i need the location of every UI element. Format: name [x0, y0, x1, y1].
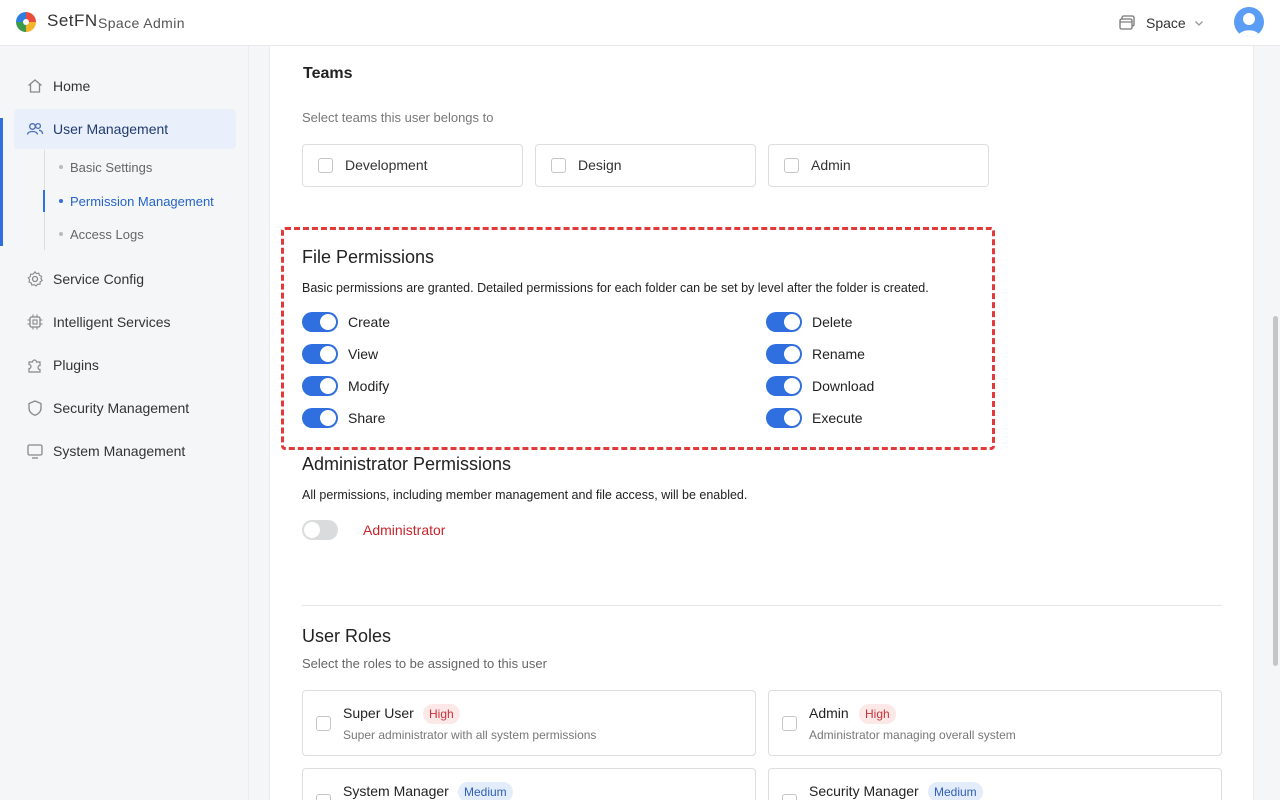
home-icon	[28, 79, 42, 93]
toggle-administrator[interactable]	[302, 520, 338, 540]
sidebar-item-service-config[interactable]: Service Config	[14, 259, 236, 299]
toggle-execute[interactable]	[766, 408, 802, 428]
role-card-super-user[interactable]: Super User High Super administrator with…	[302, 690, 756, 756]
role-name: Super User	[343, 705, 414, 721]
role-card-security-manager[interactable]: Security Manager Medium	[768, 768, 1222, 800]
toggle-label: Modify	[348, 378, 390, 394]
checkbox[interactable]	[551, 158, 566, 173]
sidebar-item-label: User Management	[53, 121, 169, 137]
users-icon	[26, 122, 44, 135]
toggle-label: Delete	[812, 314, 853, 330]
user-avatar-icon	[1238, 13, 1260, 37]
admin-permissions-title: Administrator Permissions	[302, 454, 512, 474]
gear-icon	[27, 270, 43, 287]
submenu-item-label: Permission Management	[70, 193, 214, 209]
toggle-create[interactable]	[302, 312, 338, 332]
logo-icon	[16, 12, 36, 32]
user-roles-subtitle: Select the roles to be assigned to this …	[302, 656, 547, 671]
role-name: Admin	[809, 705, 849, 721]
toggle-label: Create	[348, 314, 391, 330]
checkbox[interactable]	[316, 794, 331, 800]
toggle-delete[interactable]	[766, 312, 802, 332]
checkbox[interactable]	[316, 716, 331, 731]
shield-icon	[28, 400, 42, 416]
role-card-admin[interactable]: Admin High Administrator managing overal…	[768, 690, 1222, 756]
toggle-view[interactable]	[302, 344, 338, 364]
checkbox[interactable]	[782, 794, 797, 800]
puzzle-icon	[28, 359, 41, 373]
bullet-icon	[59, 232, 63, 236]
teams-title: Teams	[303, 65, 353, 82]
user-roles-title: User Roles	[302, 626, 392, 646]
bullet-icon	[59, 165, 63, 169]
toggle-rename[interactable]	[766, 344, 802, 364]
role-level-badge: High	[859, 704, 896, 724]
role-name: System Manager	[343, 783, 449, 799]
toggle-modify[interactable]	[302, 376, 338, 396]
role-level-badge: High	[423, 704, 460, 724]
toggle-label: Share	[348, 410, 386, 426]
submenu-item-basic-settings[interactable]: Basic Settings	[44, 152, 234, 182]
sidebar: Home User Management Basic Settings Perm…	[0, 46, 249, 800]
toggle-label: Execute	[812, 410, 863, 426]
toggle-download[interactable]	[766, 376, 802, 396]
active-indicator	[0, 118, 3, 246]
toggle-label: View	[348, 346, 379, 362]
role-description: Administrator managing overall system	[809, 728, 1016, 742]
toggle-label: Download	[812, 378, 875, 394]
space-switcher[interactable]: Space	[1118, 12, 1204, 34]
checkbox[interactable]	[782, 716, 797, 731]
top-bar: SetFN Space Admin Space	[0, 0, 1280, 46]
sidebar-item-plugins[interactable]: Plugins	[14, 345, 236, 385]
team-option-admin[interactable]: Admin	[768, 144, 989, 187]
sidebar-item-intelligent-services[interactable]: Intelligent Services	[14, 302, 236, 342]
role-name: Security Manager	[809, 783, 919, 799]
team-option-design[interactable]: Design	[535, 144, 756, 187]
window-stack-icon	[1119, 15, 1135, 30]
sidebar-item-user-management[interactable]: User Management	[14, 109, 236, 149]
app-title: Space Admin	[98, 15, 185, 31]
role-card-system-manager[interactable]: System Manager Medium	[302, 768, 756, 800]
file-permissions-description: Basic permissions are granted. Detailed …	[302, 281, 929, 295]
role-level-badge: Medium	[458, 782, 513, 800]
space-label: Space	[1146, 15, 1186, 31]
bullet-icon	[59, 199, 63, 203]
brand-name: SetFN	[47, 11, 98, 30]
teams-subtitle: Select teams this user belongs to	[302, 110, 494, 125]
admin-permissions-description: All permissions, including member manage…	[302, 488, 748, 502]
team-option-label: Design	[578, 157, 622, 173]
monitor-icon	[27, 444, 43, 459]
section-divider	[302, 605, 1222, 606]
submenu-item-label: Basic Settings	[70, 159, 153, 175]
sidebar-item-security-management[interactable]: Security Management	[14, 388, 236, 428]
sidebar-item-label: Service Config	[53, 271, 145, 287]
chevron-down-icon	[1194, 21, 1203, 26]
sidebar-item-label: Security Management	[53, 400, 190, 416]
role-description: Super administrator with all system perm…	[343, 728, 597, 742]
team-option-label: Development	[345, 157, 428, 173]
checkbox[interactable]	[318, 158, 333, 173]
toggle-label: Rename	[812, 346, 865, 362]
vertical-scrollbar[interactable]	[1273, 316, 1278, 666]
sidebar-item-label: Plugins	[53, 357, 99, 373]
submenu-item-permission-management[interactable]: Permission Management	[44, 186, 234, 216]
chip-icon	[27, 314, 43, 330]
role-level-badge: Medium	[928, 782, 983, 800]
submenu-item-access-logs[interactable]: Access Logs	[44, 219, 234, 249]
submenu-item-label: Access Logs	[70, 226, 144, 242]
file-permissions-title: File Permissions	[302, 247, 435, 267]
sidebar-item-label: Intelligent Services	[53, 314, 171, 330]
toggle-share[interactable]	[302, 408, 338, 428]
administrator-label: Administrator	[363, 522, 446, 538]
sidebar-item-home[interactable]: Home	[14, 66, 236, 106]
team-option-development[interactable]: Development	[302, 144, 523, 187]
sidebar-item-label: Home	[53, 78, 91, 94]
avatar[interactable]	[1234, 7, 1264, 37]
checkbox[interactable]	[784, 158, 799, 173]
team-option-label: Admin	[811, 157, 851, 173]
sidebar-item-system-management[interactable]: System Management	[14, 431, 236, 471]
sidebar-item-label: System Management	[53, 443, 186, 459]
